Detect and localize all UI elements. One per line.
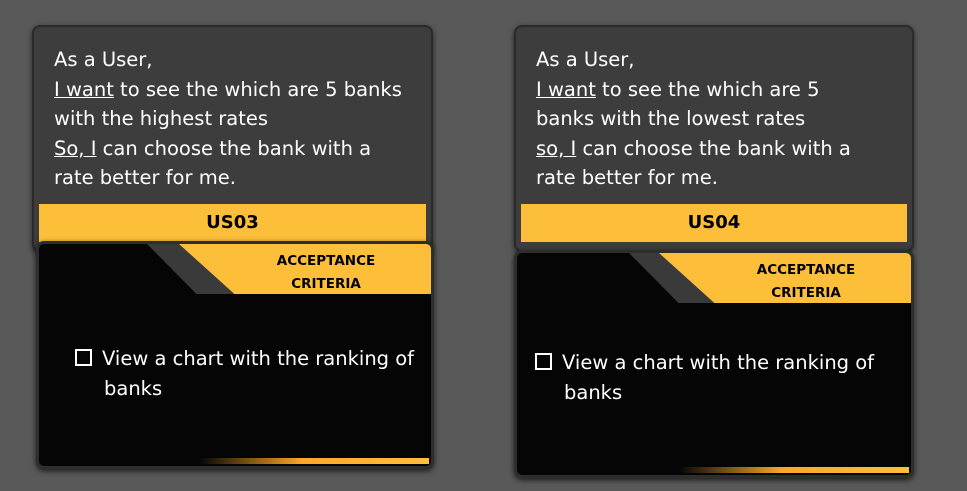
criterion-item: View a chart with the ranking of banks — [75, 344, 425, 404]
story-line-goal: with the highest rates — [54, 107, 269, 130]
so-label: So, I — [54, 136, 97, 160]
checkbox-icon[interactable] — [75, 349, 92, 366]
story-id-bar: US04 — [521, 204, 907, 242]
story-line-role: As a User, — [536, 48, 635, 71]
so-label: so, I — [536, 136, 577, 160]
acceptance-label-line2: CRITERIA — [291, 276, 361, 292]
user-story-text: As a User, I want to see the which are 5… — [54, 45, 423, 193]
so-text: can choose the bank with a — [96, 136, 372, 160]
want-text: to see the which are 5 banks — [113, 77, 402, 101]
acceptance-label-line2: CRITERIA — [771, 285, 841, 301]
user-story-card-us04: As a User, I want to see the which are 5… — [514, 25, 914, 252]
acceptance-criteria-panel-us04: ACCEPTANCE CRITERIA View a chart with th… — [514, 250, 914, 478]
story-line-so: So, I can choose the bank with a — [54, 134, 423, 164]
want-label: I want — [536, 77, 596, 101]
story-line-so: so, I can choose the bank with a — [536, 134, 904, 164]
want-text: to see the which are 5 — [595, 77, 820, 101]
story-line-benefit: rate better for me. — [54, 166, 236, 189]
story-line-goal: banks with the lowest rates — [536, 107, 806, 130]
criterion-line-1: View a chart with the ranking of — [75, 344, 425, 374]
acceptance-criteria-label: ACCEPTANCE CRITERIA — [701, 259, 911, 305]
story-line-benefit: rate better for me. — [536, 166, 718, 189]
acceptance-label-line1: ACCEPTANCE — [276, 253, 376, 269]
acceptance-label-line1: ACCEPTANCE — [756, 262, 856, 278]
story-line-want: I want to see the which are 5 — [536, 75, 904, 105]
so-text: can choose the bank with a — [576, 136, 851, 160]
user-story-text: As a User, I want to see the which are 5… — [536, 45, 904, 193]
acceptance-criteria-panel-us03: ACCEPTANCE CRITERIA View a chart with th… — [36, 241, 434, 469]
criterion-item: View a chart with the ranking of banks — [535, 348, 895, 408]
want-label: I want — [54, 77, 114, 101]
criterion-text: View a chart with the ranking of — [102, 347, 415, 370]
criterion-line-1: View a chart with the ranking of — [535, 348, 895, 378]
story-line-want: I want to see the which are 5 banks — [54, 75, 423, 105]
checkbox-icon[interactable] — [535, 353, 552, 370]
story-id-bar: US03 — [39, 204, 426, 242]
acceptance-criteria-label: ACCEPTANCE CRITERIA — [221, 250, 431, 296]
user-story-card-us03: As a User, I want to see the which are 5… — [32, 25, 433, 252]
criterion-line-2: banks — [104, 377, 163, 400]
story-line-role: As a User, — [54, 48, 153, 71]
criterion-line-2: banks — [564, 381, 623, 404]
bottom-accent-strip — [679, 467, 909, 473]
criterion-text: View a chart with the ranking of — [562, 351, 875, 374]
bottom-accent-strip — [199, 458, 429, 464]
